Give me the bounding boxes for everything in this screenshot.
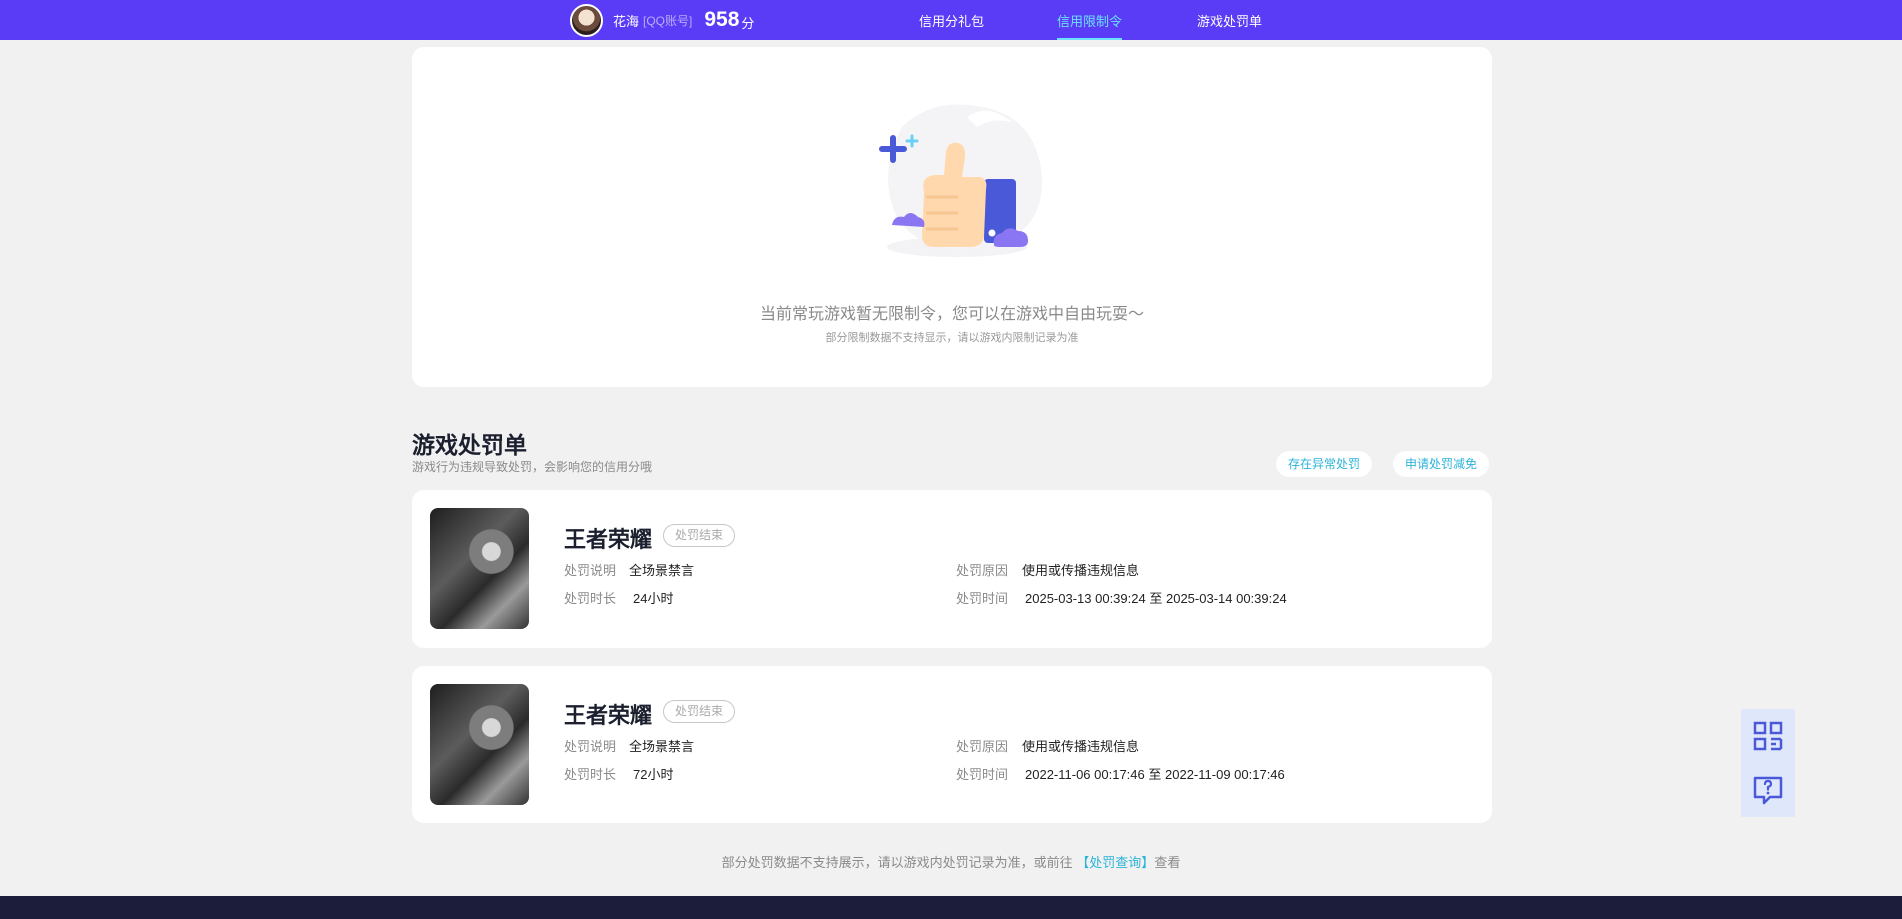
penalty-time: 2025-03-13 00:39:24 至 2025-03-14 00:39:2… [1025, 588, 1287, 607]
apply-reduction-button[interactable]: 申请处罚减免 [1393, 451, 1490, 477]
penalty-card[interactable]: 王者荣耀 处罚结束 处罚说明 全场景禁言 处罚时长 24小时 处罚原因 使用或传… [412, 490, 1492, 648]
penalty-end: 2025-03-14 00:39:24 [1165, 591, 1287, 606]
feedback-question-icon [1753, 776, 1783, 805]
penalty-time: 2022-11-06 00:17:46 至 2022-11-09 00:17:4… [1025, 764, 1285, 783]
restriction-empty-card: 当前常玩游戏暂无限制令，您可以在游戏中自由玩耍～ 部分限制数据不支持显示，请以游… [412, 47, 1492, 387]
account-tag: [QQ账号] [643, 13, 693, 28]
footnote-suffix: 查看 [1154, 855, 1181, 870]
abnormal-penalty-button[interactable]: 存在异常处罚 [1276, 451, 1373, 477]
footer-bar [0, 896, 1902, 919]
nav-game-penalty[interactable]: 游戏处罚单 [1197, 0, 1262, 40]
avatar[interactable] [570, 3, 603, 37]
penalty-desc: 全场景禁言 [629, 563, 695, 578]
label-desc: 处罚说明 [564, 739, 617, 754]
qr-code-icon [1753, 721, 1783, 751]
label-reason: 处罚原因 [956, 563, 1009, 578]
game-name: 王者荣耀 [564, 527, 653, 552]
label-duration: 处罚时长 [564, 591, 617, 606]
penalty-reason: 使用或传播违规信息 [1022, 739, 1140, 754]
label-reason: 处罚原因 [956, 739, 1009, 754]
footnote-prefix: 部分处罚数据不支持展示，请以游戏内处罚记录为准，或前往 [721, 855, 1073, 870]
top-bar: 花海 [QQ账号] 958 分 信用分礼包 信用限制令 游戏处罚单 [0, 0, 1902, 40]
penalty-to: 至 [1148, 767, 1162, 782]
feedback-button[interactable] [1741, 763, 1795, 817]
user-info[interactable]: 花海 [QQ账号] 958 分 [570, 3, 754, 37]
penalty-query-link[interactable]: 【处罚查询】 [1076, 855, 1154, 870]
penalty-start: 2022-11-06 00:17:46 [1025, 767, 1145, 782]
section-title: 游戏处罚单 [412, 432, 527, 458]
status-badge: 处罚结束 [663, 524, 736, 547]
nav-credit-gift[interactable]: 信用分礼包 [919, 0, 984, 40]
label-time: 处罚时间 [956, 591, 1009, 606]
game-name: 王者荣耀 [564, 703, 653, 728]
credit-score: 958 [704, 8, 740, 31]
credit-score-unit: 分 [741, 15, 755, 31]
penalty-desc: 全场景禁言 [629, 739, 695, 754]
label-time: 处罚时间 [956, 767, 1009, 782]
penalty-to: 至 [1149, 591, 1163, 606]
section-subtitle: 游戏行为违规导致处罚，会影响您的信用分哦 [412, 460, 653, 474]
footnote: 部分处罚数据不支持展示，请以游戏内处罚记录为准，或前往 【处罚查询】查看 [0, 852, 1902, 871]
penalty-duration: 72小时 [633, 767, 674, 782]
penalty-reason: 使用或传播违规信息 [1022, 563, 1140, 578]
label-duration: 处罚时长 [564, 767, 617, 782]
status-badge: 处罚结束 [663, 700, 736, 723]
penalty-end: 2022-11-09 00:17:46 [1165, 767, 1285, 782]
penalty-card[interactable]: 王者荣耀 处罚结束 处罚说明 全场景禁言 处罚时长 72小时 处罚原因 使用或传… [412, 666, 1492, 823]
thumbs-up-illustration-icon [879, 104, 1043, 257]
game-hero-thumbnail [430, 684, 529, 805]
nav-credit-restriction[interactable]: 信用限制令 [1057, 0, 1123, 40]
empty-message: 当前常玩游戏暂无限制令，您可以在游戏中自由玩耍～ [759, 306, 1144, 323]
empty-submessage: 部分限制数据不支持显示，请以游戏内限制记录为准 [825, 332, 1079, 344]
penalty-duration: 24小时 [633, 591, 674, 606]
user-name: 花海 [613, 13, 640, 29]
game-hero-thumbnail [430, 508, 529, 629]
qr-code-button[interactable] [1741, 709, 1795, 763]
label-desc: 处罚说明 [564, 563, 617, 578]
penalty-start: 2025-03-13 00:39:24 [1025, 591, 1146, 606]
